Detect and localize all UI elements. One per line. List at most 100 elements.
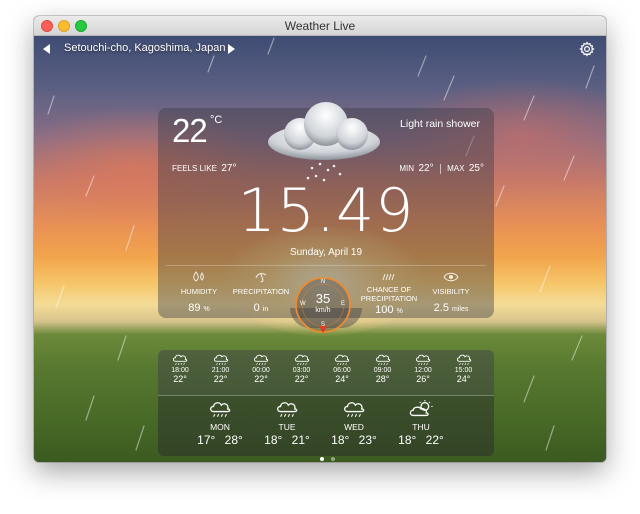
rain-icon xyxy=(403,353,443,367)
precipitation-label: PRECIPITATION xyxy=(232,287,290,296)
hourly-item: 15:00 24° xyxy=(444,353,484,384)
day-temps: 18° 21° xyxy=(255,433,319,447)
eye-icon xyxy=(416,271,486,285)
daily-forecast: MON 17° 28° TUE 18° 21° WED 18° 23° THU 18° 22° xyxy=(158,396,494,456)
settings-button[interactable] xyxy=(579,41,595,57)
rain-icon xyxy=(322,353,362,367)
visibility-number: 2.5 xyxy=(433,302,449,314)
chance-of-precipitation-stat: CHANCE OF PRECIPITATION 100 % xyxy=(354,271,424,316)
chance-number: 100 xyxy=(375,304,394,316)
day-temps: 18° 22° xyxy=(389,433,453,447)
compass-s: S xyxy=(320,322,325,328)
hourly-item: 03:00 22° xyxy=(282,353,322,384)
rain-icon xyxy=(188,400,252,422)
hourly-temp: 22° xyxy=(254,374,268,384)
compass-n: N xyxy=(320,279,326,285)
location-bar: Setouchi-cho, Kagoshima, Japan xyxy=(34,36,606,66)
previous-location-button[interactable] xyxy=(43,44,53,56)
hourly-item: 06:00 24° xyxy=(322,353,362,384)
next-location-button[interactable] xyxy=(228,44,238,56)
humidity-stat: HUMIDITY 89 % xyxy=(164,271,234,314)
chance-label-line2: PRECIPITATION xyxy=(360,294,418,303)
rain-lines-icon xyxy=(354,271,424,285)
hourly-item: 18:00 22° xyxy=(160,353,200,384)
rain-icon xyxy=(241,353,281,367)
humidity-unit: % xyxy=(203,306,210,313)
humidity-label: HUMIDITY xyxy=(180,287,218,296)
precipitation-unit: in xyxy=(262,306,269,313)
rain-icon xyxy=(363,353,403,367)
partly-sunny-icon xyxy=(389,400,453,422)
wind-speed: 35 xyxy=(315,291,331,306)
temperature-unit: °C xyxy=(210,114,223,126)
feels-like-label: FEELS LIKE xyxy=(172,164,217,173)
day-name: TUE xyxy=(278,422,296,432)
divider xyxy=(439,163,441,174)
condition-text: Light rain shower xyxy=(400,118,480,130)
window-title: Weather Live xyxy=(284,19,356,33)
current-weather-card: 22 °C Light rain shower FEELS LIKE 27° M… xyxy=(158,102,494,333)
chance-label-line1: CHANCE OF xyxy=(366,285,412,294)
app-window: Weather Live Setouchi-cho, Kagoshima, Ja… xyxy=(34,16,606,462)
feels-like: FEELS LIKE 27° xyxy=(172,163,237,174)
visibility-label: VISIBILITY xyxy=(432,287,470,296)
humidity-icon xyxy=(164,271,234,285)
rain-icon xyxy=(282,353,322,367)
feels-like-value: 27° xyxy=(221,163,237,174)
min-label: MIN xyxy=(399,164,415,173)
min-value: 22° xyxy=(418,163,434,174)
wind-unit: km/h xyxy=(315,307,331,314)
gear-icon xyxy=(579,41,595,57)
day-name: WED xyxy=(344,422,364,432)
card-divider xyxy=(166,265,486,266)
rain-icon xyxy=(322,400,386,422)
hourly-forecast: 18:00 22° 21:00 22° 00:00 22° 03:00 22° 06:00 24°… xyxy=(158,350,494,396)
day-name: THU xyxy=(412,422,430,432)
hourly-time: 03:00 xyxy=(292,367,311,374)
triangle-right-icon xyxy=(228,44,235,54)
triangle-left-icon xyxy=(43,44,50,54)
page-dot[interactable] xyxy=(330,457,335,461)
hourly-temp: 26° xyxy=(416,374,430,384)
wind-compass: N S W E 35 km/h xyxy=(294,276,352,334)
max-value: 25° xyxy=(468,163,484,174)
day-low: 17° xyxy=(197,433,216,447)
hourly-time: 21:00 xyxy=(211,367,230,374)
umbrella-icon xyxy=(226,271,296,285)
day-low: 18° xyxy=(264,433,283,447)
title-bar: Weather Live xyxy=(34,16,606,36)
precipitation-number: 0 xyxy=(253,302,260,314)
precipitation-stat: PRECIPITATION 0 in xyxy=(226,271,296,314)
hourly-time: 09:00 xyxy=(373,367,392,374)
hourly-time: 15:00 xyxy=(454,367,473,374)
humidity-number: 89 xyxy=(188,302,201,314)
hourly-time: 12:00 xyxy=(414,367,432,374)
hourly-temp: 22° xyxy=(213,374,228,384)
page-indicator[interactable] xyxy=(318,448,336,462)
precipitation-value: 0 in xyxy=(226,302,296,314)
hourly-temp: 24° xyxy=(456,374,471,384)
hourly-time: 18:00 xyxy=(171,367,189,374)
visibility-unit: miles xyxy=(452,306,469,313)
day-temps: 18° 23° xyxy=(322,433,386,447)
daily-item: MON 17° 28° xyxy=(188,400,252,447)
rain-icon xyxy=(160,353,200,367)
hourly-temp: 22° xyxy=(294,374,309,384)
hourly-temp: 24° xyxy=(335,374,349,384)
weather-scene: Setouchi-cho, Kagoshima, Japan 22 °C Lig… xyxy=(34,36,606,462)
location-name: Setouchi-cho, Kagoshima, Japan xyxy=(64,42,226,54)
page-dot-active[interactable] xyxy=(319,457,324,461)
day-high: 28° xyxy=(224,433,243,447)
chance-unit: % xyxy=(396,308,403,315)
chance-value: 100 % xyxy=(354,304,424,316)
clock-date: Sunday, April 19 xyxy=(289,247,363,258)
day-low: 18° xyxy=(331,433,350,447)
hourly-temp: 28° xyxy=(375,374,390,384)
day-temps: 17° 28° xyxy=(188,433,252,447)
daily-item: THU 18° 22° xyxy=(389,400,453,447)
visibility-stat: VISIBILITY 2.5 miles xyxy=(416,271,486,314)
current-temperature: 22 xyxy=(172,112,208,149)
humidity-value: 89 % xyxy=(164,302,234,314)
rain-icon xyxy=(255,400,319,422)
clock-time: 15.49 xyxy=(237,176,415,246)
